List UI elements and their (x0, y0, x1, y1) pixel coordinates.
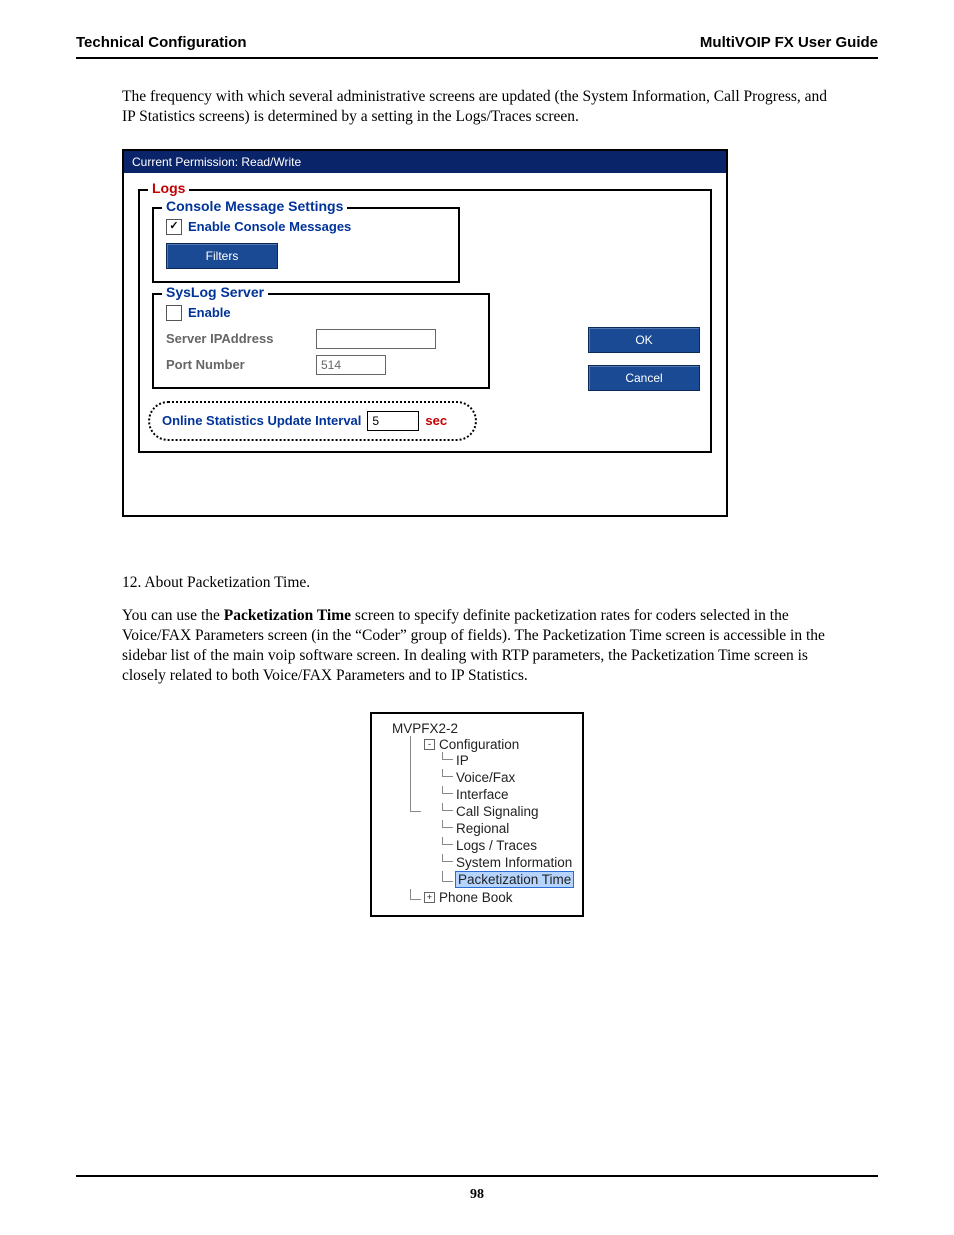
tree-item-ip[interactable]: IP (442, 752, 576, 769)
header-right: MultiVOIP FX User Guide (700, 34, 878, 51)
port-number-label: Port Number (166, 357, 306, 372)
header-left: Technical Configuration (76, 34, 247, 51)
server-ip-input[interactable] (316, 329, 436, 349)
console-fieldset: Console Message Settings ✓ Enable Consol… (152, 207, 460, 283)
logs-legend: Logs (148, 180, 189, 196)
page-header: Technical Configuration MultiVOIP FX Use… (76, 34, 878, 59)
filters-button[interactable]: Filters (166, 243, 278, 269)
tree-configuration[interactable]: -Configuration IP Voice/Fax Interface Ca… (410, 736, 576, 889)
tree-item-call-signaling[interactable]: Call Signaling (442, 803, 576, 820)
stats-interval-label: Online Statistics Update Interval (162, 413, 361, 428)
stats-interval-row: Online Statistics Update Interval sec (154, 405, 473, 437)
enable-console-checkbox[interactable]: ✓ (166, 219, 182, 235)
port-number-input[interactable] (316, 355, 386, 375)
ok-button[interactable]: OK (588, 327, 700, 353)
nav-tree: MVPFX2-2 -Configuration IP Voice/Fax Int… (370, 712, 584, 917)
intro-paragraph: The frequency with which several adminis… (122, 87, 832, 127)
section-12-paragraph: You can use the Packetization Time scree… (122, 606, 832, 685)
syslog-fieldset: SysLog Server Enable Server IPAddress Po… (152, 293, 490, 389)
tree-root[interactable]: MVPFX2-2 -Configuration IP Voice/Fax Int… (378, 720, 576, 907)
tree-phone-book[interactable]: +Phone Book (410, 889, 576, 906)
enable-syslog-checkbox[interactable] (166, 305, 182, 321)
logs-dialog: Current Permission: Read/Write Logs Cons… (122, 149, 728, 517)
page-number: 98 (0, 1175, 954, 1203)
console-legend: Console Message Settings (162, 198, 347, 214)
tree-item-regional[interactable]: Regional (442, 820, 576, 837)
tree-item-packetization-time[interactable]: Packetization Time (442, 871, 576, 888)
tree-item-interface[interactable]: Interface (442, 786, 576, 803)
cancel-button[interactable]: Cancel (588, 365, 700, 391)
stats-interval-unit: sec (425, 413, 447, 428)
dialog-titlebar: Current Permission: Read/Write (124, 151, 726, 173)
enable-console-label: Enable Console Messages (188, 219, 351, 234)
stats-interval-input[interactable] (367, 411, 419, 431)
section-12-heading: 12. About Packetization Time. (122, 573, 832, 593)
server-ip-label: Server IPAddress (166, 331, 306, 346)
enable-syslog-label: Enable (188, 305, 231, 320)
tree-item-voicefax[interactable]: Voice/Fax (442, 769, 576, 786)
collapse-icon[interactable]: - (424, 739, 435, 750)
logs-fieldset: Logs Console Message Settings ✓ Enable C… (138, 189, 712, 453)
expand-icon[interactable]: + (424, 892, 435, 903)
tree-item-logs-traces[interactable]: Logs / Traces (442, 837, 576, 854)
tree-item-system-info[interactable]: System Information (442, 854, 576, 871)
syslog-legend: SysLog Server (162, 284, 268, 300)
